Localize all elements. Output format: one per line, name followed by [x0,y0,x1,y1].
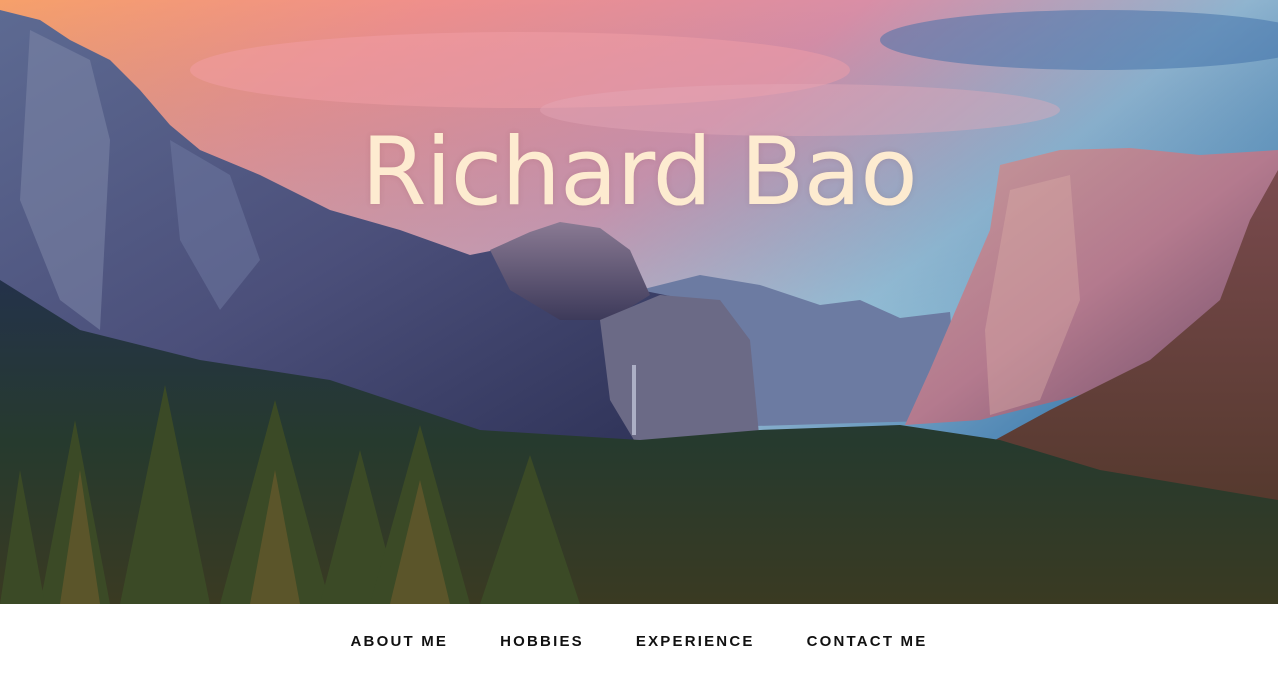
nav-item-contact-me[interactable]: CONTACT ME [781,604,954,679]
hero-banner: Richard Bao [0,0,1278,604]
page-title: Richard Bao [361,118,917,227]
nav-item-experience[interactable]: EXPERIENCE [610,604,781,679]
nav-item-hobbies[interactable]: HOBBIES [474,604,610,679]
main-navigation: ABOUT ME HOBBIES EXPERIENCE CONTACT ME [0,604,1278,679]
hero-background-image [0,0,1278,604]
nav-item-about-me[interactable]: ABOUT ME [325,604,475,679]
